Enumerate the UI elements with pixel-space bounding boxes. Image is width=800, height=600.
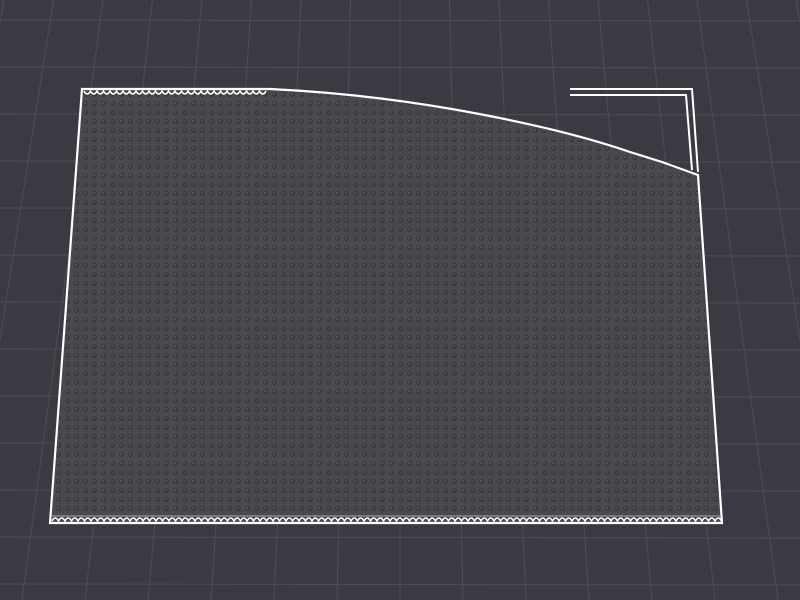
grid-line — [795, 0, 800, 26]
grid-line — [0, 536, 800, 539]
grid-line — [0, 583, 800, 586]
grid-line — [0, 0, 5, 26]
grid-line — [0, 66, 800, 69]
3d-viewport[interactable] — [0, 0, 800, 600]
grid-line — [0, 19, 800, 22]
grid-line — [746, 0, 800, 343]
grid-line — [0, 0, 54, 343]
viewport-canvas[interactable] — [0, 0, 800, 600]
